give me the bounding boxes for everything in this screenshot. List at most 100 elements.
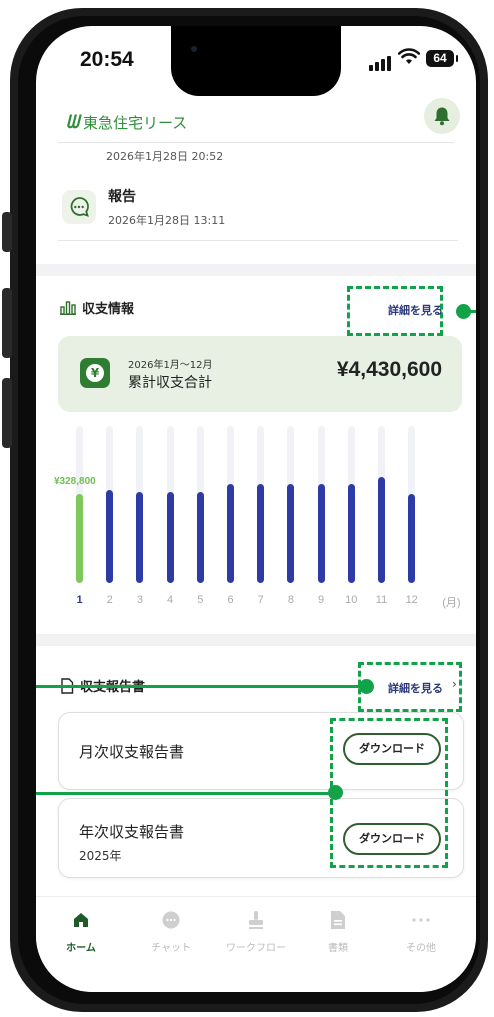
more-icon [412,918,430,922]
bar-track [227,426,234,583]
bottom-tab-bar: ホーム チャット ワークフロー 書類 その他 [36,896,476,992]
income-title-text: 収支情報 [82,302,135,317]
tab-home[interactable]: ホーム [41,909,121,954]
bar-month-12[interactable] [408,494,416,583]
bar-track [166,426,174,583]
battery-indicator: 64 [426,50,458,67]
tab-label: ワークフロー [226,943,286,954]
bar-month-1[interactable] [76,494,83,583]
divider [58,240,458,241]
chat-bubble-icon [62,190,96,224]
bar-month-9[interactable] [317,484,325,583]
tab-label: ホーム [66,943,96,954]
phone-volume-up [2,288,12,358]
bar-track [106,426,114,583]
income-summary-card: ¥ 2026年1月〜12月 累計収支合計 ¥4,430,600 [58,336,462,412]
x-tick-label: 7 [257,594,264,606]
summary-label: 累計収支合計 [128,375,212,391]
bar-track [196,426,204,583]
x-tick-label: 11 [375,594,388,606]
bar-month-2[interactable] [106,490,114,583]
app-header: ᗯ 東急住宅リース [36,96,476,152]
divider [58,142,454,143]
chevron-right-icon: › [452,677,457,691]
x-tick-label: 6 [227,594,234,606]
phone-mute-switch [2,212,12,252]
notification-date: 2026年1月28日 13:11 [108,214,226,227]
annotation-connector [36,792,336,795]
bar-track [378,426,385,583]
bar-track [257,426,265,583]
bar-track [408,426,416,583]
annotation-dot [328,785,343,800]
x-tick-label: 9 [318,594,325,606]
front-camera [191,46,197,52]
bar-track [76,426,83,583]
tab-label: その他 [406,943,436,954]
bar-data-label: ¥328,800 [54,476,96,487]
bell-icon [434,107,450,126]
monthly-income-chart: 1 2 3 4 5 6 7 8 9 10 11 12 (月) ¥328,800 [36,426,476,616]
bar-track [317,426,325,583]
reports-detail-link[interactable]: 詳細を見る [388,680,443,696]
bar-month-6[interactable] [227,484,234,583]
home-icon [74,913,88,927]
bar-chart-icon [60,300,76,315]
notification-date-partial: 2026年1月28日 20:52 [106,150,224,163]
bar-month-3[interactable] [136,492,144,583]
x-tick-label: 4 [167,594,174,606]
notification-bell-button[interactable] [424,98,460,134]
bar-month-4[interactable] [166,492,174,583]
section-separator [36,634,476,646]
annotation-highlight-box [330,718,448,868]
phone-volume-down [2,378,12,448]
report-name: 月次収支報告書 [79,743,185,761]
bar-track [287,426,295,583]
notification-item[interactable]: 報告 2026年1月28日 13:11 [58,176,458,240]
tab-documents[interactable]: 書類 [298,909,378,954]
signal-icon [369,56,391,71]
tab-label: 書類 [328,943,348,954]
bar-month-10[interactable] [347,484,355,583]
bar-track [136,426,144,583]
logo-mark: ᗯ [66,112,79,133]
section-separator [36,264,476,276]
x-tick-label: 10 [345,594,358,606]
x-tick-label: 8 [287,594,294,606]
camera-notch [171,26,341,96]
tab-chat[interactable]: チャット [131,909,211,954]
annotation-dot [359,679,374,694]
brand-logo: ᗯ 東急住宅リース [66,112,187,133]
bar-month-11[interactable] [378,477,385,583]
tab-more[interactable]: その他 [381,909,461,954]
tab-workflow[interactable]: ワークフロー [216,909,296,954]
bar-month-7[interactable] [257,484,265,583]
x-tick-label: 3 [136,594,143,606]
tab-label: チャット [151,943,191,954]
bar-month-8[interactable] [287,484,295,583]
notification-title: 報告 [108,189,136,205]
x-tick-label: 5 [197,594,204,606]
bar-month-5[interactable] [196,492,204,583]
x-tick-label: 2 [106,594,113,606]
report-year: 2025年 [79,849,122,863]
annotation-connector [36,685,362,688]
chat-icon [162,911,180,929]
report-name: 年次収支報告書 [79,823,185,841]
annotation-connector [468,310,476,313]
stamp-icon [249,911,263,929]
bar-track [347,426,355,583]
status-time: 20:54 [80,48,134,71]
wifi-icon [398,48,420,64]
document-icon [331,911,345,929]
x-tick-label: 12 [405,594,418,606]
summary-period: 2026年1月〜12月 [128,360,213,371]
income-section-title: 収支情報 [60,298,134,317]
income-detail-link[interactable]: 詳細を見る [388,302,443,318]
x-tick-label: 1 [76,594,83,606]
app-screen: 20:54 64 ᗯ 東急住宅リース 2026年1月28日 20:52 報告 2… [36,26,476,992]
x-unit-label: (月) [442,597,461,609]
summary-amount: ¥4,430,600 [336,358,442,381]
yen-coin-icon: ¥ [80,358,110,388]
logo-text: 東急住宅リース [83,114,188,132]
